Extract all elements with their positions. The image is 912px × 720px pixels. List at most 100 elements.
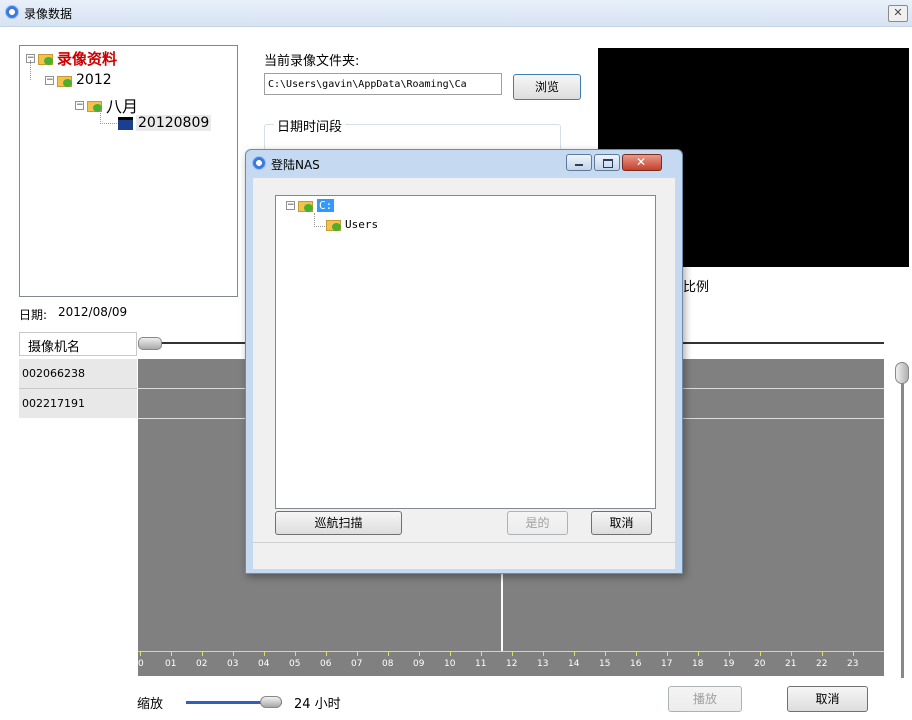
hour-label: 02: [196, 659, 208, 669]
status-bar: [253, 542, 675, 569]
hour-tick: [512, 651, 513, 656]
collapse-icon[interactable]: −: [75, 100, 84, 110]
hour-tick: [171, 651, 172, 656]
tree-line: [314, 213, 325, 227]
hour-tick: [233, 651, 234, 656]
hour-tick: [419, 651, 420, 656]
zoom-slider-thumb[interactable]: [260, 696, 282, 708]
hour-tick: [698, 651, 699, 656]
hour-tick: [760, 651, 761, 656]
hour-label: 16: [630, 659, 642, 669]
hour-label: 13: [537, 659, 549, 669]
recording-tree[interactable]: − 录像资料 − 2012 − 八月 20120809: [19, 45, 238, 297]
dialog-client: − C: Users 巡航扫描 是的 取消: [253, 178, 675, 569]
hour-label: 18: [692, 659, 704, 669]
hour-label: 05: [289, 659, 301, 669]
yes-button[interactable]: 是的: [507, 511, 568, 535]
hour-label: 04: [258, 659, 270, 669]
close-icon: ✕: [636, 155, 647, 169]
hour-tick: [605, 651, 606, 656]
hour-tick: [543, 651, 544, 656]
folder-icon: [38, 52, 54, 65]
maximize-icon: [603, 159, 613, 168]
maximize-button[interactable]: [594, 154, 620, 171]
tree-node-year[interactable]: − 2012: [45, 72, 112, 88]
hour-label: 20: [754, 659, 766, 669]
folder-label: 当前录像文件夹:: [264, 54, 360, 69]
tree-node-root[interactable]: − 录像资料: [26, 48, 117, 69]
vertical-slider-track[interactable]: [901, 362, 904, 678]
hour-tick: [140, 651, 141, 656]
tree-node-users[interactable]: Users: [326, 218, 378, 231]
hour-label: 22: [816, 659, 828, 669]
minimize-button[interactable]: [566, 154, 592, 171]
hour-label: 01: [165, 659, 177, 669]
folder-icon: [57, 74, 73, 87]
hour-tick: [791, 651, 792, 656]
tree-line: [30, 60, 32, 80]
folder-icon: [298, 199, 314, 212]
collapse-icon[interactable]: −: [45, 75, 54, 85]
tree-node-drive[interactable]: − C:: [286, 199, 335, 212]
main-title-bar: 录像数据 ✕: [0, 0, 912, 27]
tree-day-label: 20120809: [136, 115, 212, 131]
hour-tick: [481, 651, 482, 656]
hour-tick: [574, 651, 575, 656]
camera-row[interactable]: 002217191: [19, 389, 137, 418]
close-icon[interactable]: ✕: [888, 5, 908, 22]
camera-name: 002217191: [22, 397, 85, 410]
cancel-button[interactable]: 取消: [787, 686, 868, 712]
hour-tick: [667, 651, 668, 656]
hour-label: 08: [382, 659, 394, 669]
tree-line: [100, 110, 117, 124]
camera-name: 002066238: [22, 367, 85, 380]
hour-label: 14: [568, 659, 580, 669]
window-title: 录像数据: [24, 7, 73, 21]
hour-tick: [357, 651, 358, 656]
hour-ruler: 0 01 02 03 04 05 06 07 08 09 10 11 12 13 14 15 16 17 18 19 2…: [138, 651, 884, 676]
hour-tick: [636, 651, 637, 656]
camera-row[interactable]: 002066238: [19, 359, 137, 389]
hour-label: 03: [227, 659, 239, 669]
collapse-icon[interactable]: −: [286, 201, 295, 210]
app-icon: [5, 5, 19, 19]
hour-label: 10: [444, 659, 456, 669]
minimize-icon: [575, 164, 583, 166]
zoom-label: 缩放: [137, 697, 164, 712]
clapper-icon: [118, 116, 133, 130]
hour-label: 09: [413, 659, 425, 669]
tree-year-label: 2012: [76, 72, 112, 88]
ruler-line: [138, 651, 884, 652]
tree-root-label: 录像资料: [57, 50, 118, 68]
tree-drive-label: C:: [317, 199, 335, 212]
zoom-value: 24 小时: [294, 697, 341, 712]
browse-button[interactable]: 浏览: [513, 74, 581, 100]
scan-button[interactable]: 巡航扫描: [275, 511, 402, 535]
hour-label: 06: [320, 659, 332, 669]
date-value: 2012/08/09: [58, 305, 128, 319]
hour-tick: [450, 651, 451, 656]
dialog-app-icon: [252, 156, 266, 170]
camera-column-header: 摄像机名: [19, 332, 137, 356]
hour-tick: [388, 651, 389, 656]
play-button[interactable]: 播放: [668, 686, 742, 712]
folder-path-input[interactable]: [264, 73, 502, 95]
hour-label: 19: [723, 659, 735, 669]
date-label: 日期:: [19, 308, 48, 322]
hour-tick: [822, 651, 823, 656]
date-range-title: 日期时间段: [274, 116, 346, 135]
nas-dialog: 登陆NAS ✕ − C: Users 巡航扫描 是的 取消: [245, 149, 683, 574]
vertical-slider-thumb[interactable]: [895, 362, 909, 384]
dialog-cancel-button[interactable]: 取消: [591, 511, 652, 535]
hour-tick: [202, 651, 203, 656]
hour-label: 12: [506, 659, 518, 669]
hour-tick: [326, 651, 327, 656]
nas-folder-tree[interactable]: − C: Users: [275, 195, 656, 509]
tree-users-label: Users: [345, 218, 379, 231]
timeline-scroll-thumb[interactable]: [138, 337, 162, 350]
dialog-close-button[interactable]: ✕: [622, 154, 662, 171]
dialog-title: 登陆NAS: [271, 158, 320, 172]
hour-label: 21: [785, 659, 797, 669]
ratio-label: 比例: [683, 280, 710, 295]
tree-node-day[interactable]: 20120809: [118, 115, 212, 131]
